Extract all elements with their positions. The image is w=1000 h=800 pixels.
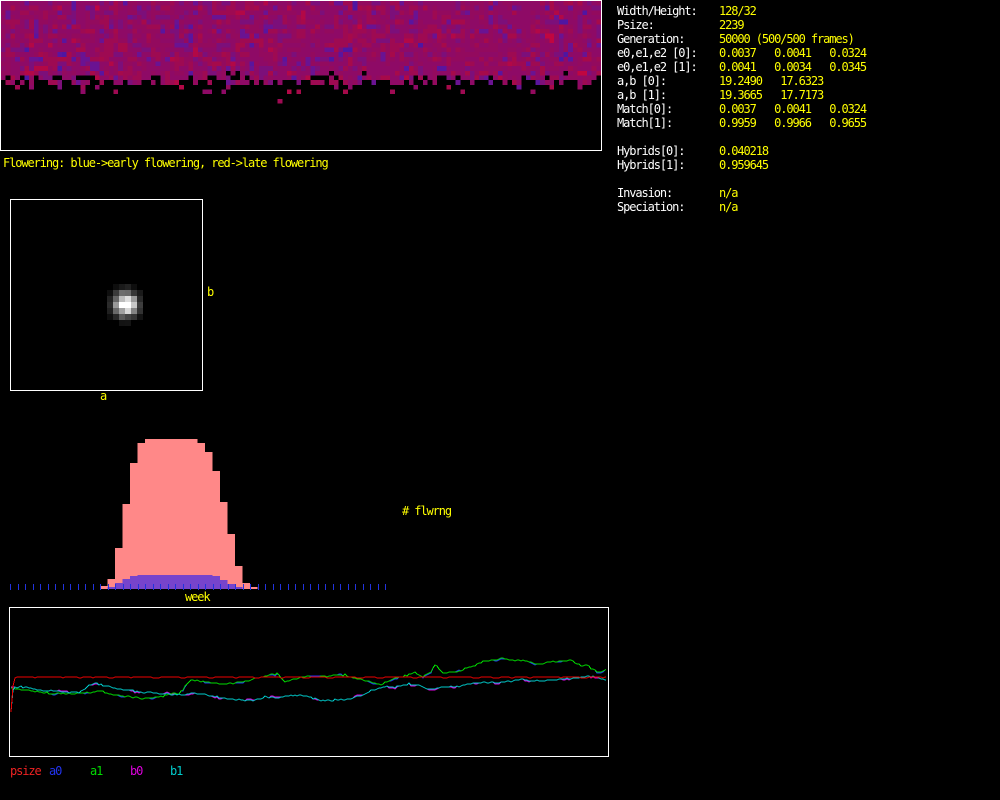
stats-row: Hybrids[1]: 0.959645 xyxy=(617,159,997,173)
legend-item-b1: b1 xyxy=(170,764,183,778)
stats-label: a,b [1]: xyxy=(617,88,667,102)
timeseries-plot xyxy=(10,657,606,713)
series-line-psize xyxy=(10,676,606,713)
legend-item-a0: a0 xyxy=(49,764,62,778)
stats-value: 128/32 xyxy=(719,4,757,18)
stats-value: 19.3665 17.7173 xyxy=(719,88,824,102)
stats-label: Hybrids[0]: xyxy=(617,144,685,158)
stats-label: Speciation: xyxy=(617,200,685,214)
stats-label: Width/Height: xyxy=(617,4,698,18)
stats-row: Hybrids[0]: 0.040218 xyxy=(617,145,997,159)
stats-value: 2239 xyxy=(719,18,745,32)
population-grid-panel xyxy=(0,0,602,151)
stats-label: Hybrids[1]: xyxy=(617,158,685,172)
stats-label: Generation: xyxy=(617,32,685,46)
stats-row: a,b [1]: 19.3665 17.7173 xyxy=(617,89,997,103)
stats-row: Match[1]: 0.9959 0.9966 0.9655 xyxy=(617,117,997,131)
stats-value: 19.2490 17.6323 xyxy=(719,74,824,88)
flowering-caption: Flowering: blue->early flowering, red->l… xyxy=(3,156,329,170)
stats-row: Invasion: n/a xyxy=(617,187,997,201)
stats-value: n/a xyxy=(719,200,738,214)
flwrng-count-label: # flwrng xyxy=(402,504,452,518)
stats-value: 0.040218 xyxy=(719,144,769,158)
stats-row: e0,e1,e2 [0]: 0.0037 0.0041 0.0324 xyxy=(617,47,997,61)
legend-item-psize: psize xyxy=(10,764,42,778)
stats-row: Speciation: n/a xyxy=(617,201,997,215)
series-line-a0 xyxy=(11,658,606,700)
stats-value: n/a xyxy=(719,186,738,200)
app-window: Flowering: blue->early flowering, red->l… xyxy=(0,0,1000,800)
flowering-week-histogram xyxy=(10,439,386,590)
stats-label: Psize: xyxy=(617,18,655,32)
stats-label: a,b [0]: xyxy=(617,74,667,88)
stats-value: 0.0041 0.0034 0.0345 xyxy=(719,60,867,74)
series-legend: psize a0 a1 b0 b1 xyxy=(0,765,300,779)
stats-label: e0,e1,e2 [0]: xyxy=(617,46,698,60)
stats-label: Match[1]: xyxy=(617,116,673,130)
legend-item-a1: a1 xyxy=(90,764,103,778)
axis-label-a: a xyxy=(100,389,107,403)
stats-label: e0,e1,e2 [1]: xyxy=(617,60,698,74)
stats-row: a,b [0]: 19.2490 17.6323 xyxy=(617,75,997,89)
stats-label: Match[0]: xyxy=(617,102,673,116)
stats-value: 0.9959 0.9966 0.9655 xyxy=(719,116,867,130)
stats-row: Match[0]: 0.0037 0.0041 0.0324 xyxy=(617,103,997,117)
series-line-b1 xyxy=(10,675,606,713)
stats-value: 50000 (500/500 frames) xyxy=(719,32,855,46)
legend-item-b0: b0 xyxy=(130,764,143,778)
stats-value: 0.0037 0.0041 0.0324 xyxy=(719,46,867,60)
axis-label-b: b xyxy=(207,285,214,299)
stats-value: 0.0037 0.0041 0.0324 xyxy=(719,102,867,116)
stats-row xyxy=(617,131,997,145)
ab-scatter-panel xyxy=(10,199,203,391)
stats-panel: Width/Height: 128/32 Psize: 2239 Generation:… xyxy=(617,5,997,215)
timeseries-panel xyxy=(9,607,609,757)
ab-density-plot xyxy=(107,284,143,326)
week-axis-label: week xyxy=(185,590,211,604)
stats-row: Psize: 2239 xyxy=(617,19,997,33)
stats-row: e0,e1,e2 [1]: 0.0041 0.0034 0.0345 xyxy=(617,61,997,75)
population-grid xyxy=(1,1,601,104)
stats-label: Invasion: xyxy=(617,186,673,200)
stats-value: 0.959645 xyxy=(719,158,769,172)
stats-row: Width/Height: 128/32 xyxy=(617,5,997,19)
stats-row xyxy=(617,173,997,187)
stats-row: Generation: 50000 (500/500 frames) xyxy=(617,33,997,47)
